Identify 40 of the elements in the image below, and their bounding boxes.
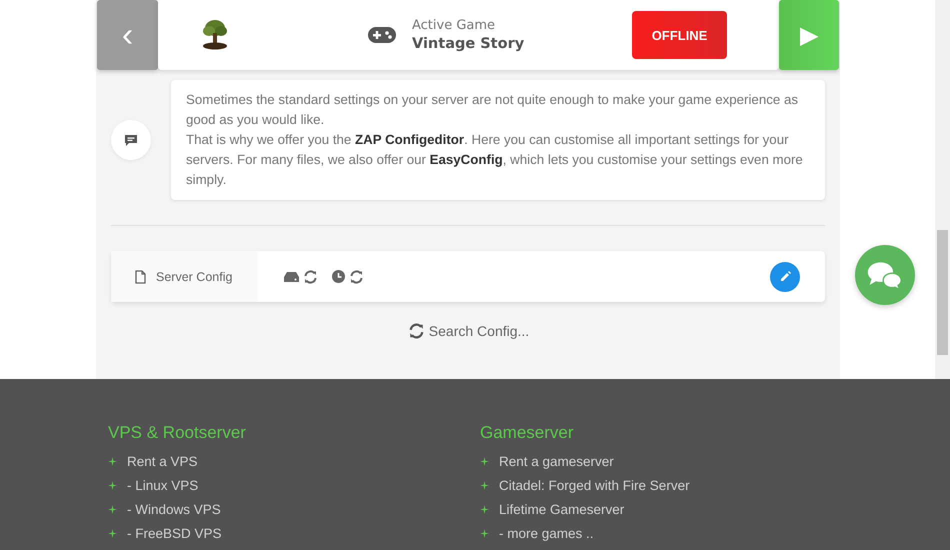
footer-link[interactable]: - Linux VPS: [108, 473, 198, 497]
status-button[interactable]: OFFLINE: [632, 11, 727, 59]
config-name: Server Config: [156, 270, 232, 284]
active-game-label: Active Game: [412, 18, 496, 33]
back-button[interactable]: ‹: [97, 0, 158, 70]
sparkle-icon: [480, 504, 489, 514]
chat-icon: [867, 260, 903, 290]
sparkle-icon: [108, 480, 117, 490]
sync-icon[interactable]: [349, 270, 364, 284]
footer-link[interactable]: Rent a VPS: [108, 449, 198, 473]
file-icon: [135, 270, 146, 284]
info-text: Sometimes the standard settings on your server are not quite enough to make your game experience as good as you would like.: [186, 91, 800, 129]
sync-icon: [406, 323, 426, 339]
search-config-link[interactable]: Search Config...: [406, 323, 530, 339]
game-name: Vintage Story: [412, 36, 524, 52]
message-icon: [111, 120, 151, 160]
footer-link[interactable]: Rent a gameserver: [480, 449, 614, 473]
sparkle-icon: [108, 528, 117, 538]
scrollbar[interactable]: [935, 0, 950, 379]
config-tab[interactable]: Server Config: [111, 251, 258, 302]
pencil-icon: [780, 271, 790, 282]
edit-button[interactable]: [770, 262, 800, 292]
gamepad-icon: [368, 27, 396, 43]
footer-link[interactable]: Citadel: Forged with Fire Server: [480, 473, 690, 497]
sparkle-icon: [480, 456, 489, 466]
sparkle-icon: [108, 456, 117, 466]
footer-link[interactable]: - FreeBSD VPS: [108, 521, 222, 545]
footer-link[interactable]: - more games ..: [480, 521, 594, 545]
footer-link[interactable]: - Windows VPS: [108, 497, 221, 521]
footer-link[interactable]: Lifetime Gameserver: [480, 497, 624, 521]
sparkle-icon: [480, 480, 489, 490]
sync-icon[interactable]: [303, 270, 318, 284]
drive-icon: [284, 272, 299, 282]
sparkle-icon: [480, 528, 489, 538]
clock-icon: [332, 270, 345, 283]
tree-logo-icon: [200, 19, 230, 51]
footer-heading: VPS & Rootserver: [108, 423, 247, 443]
info-text: That is why we offer you the ZAP Configeditor. Here you can customise all important settings for your servers. For many files, we also offer our EasyConfig, which lets you customise your settings even more simply.: [186, 131, 804, 189]
footer-heading: Gameserver: [480, 423, 575, 443]
sparkle-icon: [108, 504, 117, 514]
